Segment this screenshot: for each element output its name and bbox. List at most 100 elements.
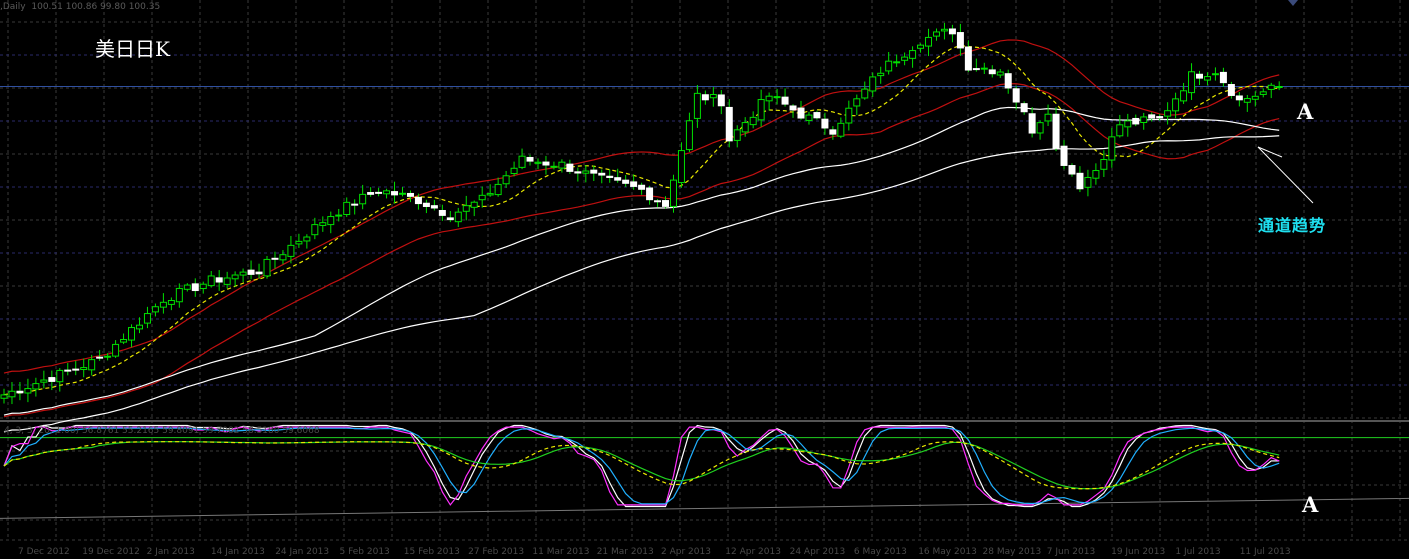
bull-candle (279, 254, 287, 261)
bull-candle (478, 194, 486, 201)
bull-candle (909, 50, 917, 59)
time-axis-label: 6 May 2013 (853, 547, 907, 557)
bull-candle (534, 161, 542, 164)
bull-candle (199, 283, 207, 290)
bear-candle (72, 368, 80, 371)
bull-candle (359, 193, 367, 205)
bull-candle (1044, 113, 1052, 122)
bull-candle (494, 183, 502, 196)
bear-candle (1196, 73, 1203, 79)
bull-candle (383, 190, 391, 195)
bull-candle (128, 327, 136, 341)
bull-candle (996, 71, 1004, 76)
time-axis-label: 7 Dec 2012 (18, 547, 70, 557)
bull-candle (263, 258, 271, 277)
bull-candle (167, 299, 175, 305)
indicator-params: 4, 3, 3, 20, 1.00) (4, 426, 80, 436)
time-axis-label: 24 Apr 2013 (789, 547, 846, 557)
bull-candle (757, 99, 765, 121)
bull-candle (749, 116, 757, 126)
bull-candle (120, 339, 128, 343)
bull-candle (183, 284, 191, 290)
time-axis-label: 12 Apr 2013 (725, 547, 781, 557)
channel-trend-label: 通道趋势 (1258, 216, 1327, 235)
bull-candle (502, 175, 510, 185)
bull-candle (151, 306, 159, 313)
bull-candle (303, 236, 311, 242)
bear-candle (367, 192, 375, 195)
bear-candle (725, 106, 733, 142)
ohlc-values: 100.51 100.86 99.80 100.35 (31, 2, 161, 12)
bull-candle (287, 244, 295, 257)
bull-candle (582, 170, 590, 174)
bull-candle (112, 343, 120, 357)
bull-candle (56, 369, 64, 383)
bull-candle (917, 44, 925, 49)
bull-candle (1084, 176, 1092, 188)
time-axis-label: 24 Jan 2013 (275, 547, 330, 557)
scroll-triangle-icon (1288, 0, 1298, 6)
bull-candle (869, 76, 877, 92)
bull-candle (980, 67, 988, 70)
bear-candle (96, 356, 104, 359)
bear-candle (662, 200, 670, 207)
bull-candle (940, 28, 948, 32)
time-axis-label: 11 Mar 2013 (532, 547, 590, 557)
bull-candle (1036, 122, 1044, 134)
bear-candle (789, 105, 797, 111)
bear-candle (988, 69, 996, 75)
indicator-header: 4, 3, 3, 20, 1.00) 56.8761 55.2165 59.80… (4, 426, 320, 436)
bull-candle (24, 388, 32, 394)
bull-candle (1164, 110, 1172, 117)
bull-candle (773, 96, 781, 99)
bull-candle (8, 390, 16, 398)
bull-candle (0, 394, 8, 399)
time-axis-label: 11 Jul 2013 (1239, 547, 1291, 557)
marker-a-price: A (1297, 99, 1314, 124)
bear-candle (781, 96, 789, 105)
bear-candle (438, 209, 446, 216)
bull-candle (1124, 120, 1132, 128)
bull-candle (88, 359, 96, 371)
bull-candle (558, 161, 566, 169)
oscillator-slow-dashed-line (3, 441, 1280, 490)
bear-candle (1227, 84, 1235, 96)
arrow-line (1257, 146, 1314, 204)
bull-candle (1203, 76, 1211, 81)
bull-candle (470, 201, 478, 208)
bull-candle (1259, 91, 1267, 95)
bear-candle (422, 202, 430, 207)
bear-candle (406, 192, 414, 197)
price-chart (0, 0, 1409, 541)
bull-candle (399, 192, 406, 195)
bear-candle (821, 118, 829, 129)
bear-candle (1068, 165, 1076, 175)
marker-a-oscillator: A (1302, 492, 1319, 517)
bear-candle (48, 377, 56, 382)
bull-candle (1275, 86, 1283, 89)
bear-candle (1235, 95, 1243, 101)
bear-candle (391, 191, 399, 196)
bull-candle (677, 150, 685, 184)
bull-candle (1267, 84, 1275, 90)
time-axis-label: 7 Jun 2013 (1046, 547, 1096, 557)
time-axis-label: 14 Jan 2013 (210, 547, 265, 557)
bull-candle (135, 324, 143, 330)
bull-candle (40, 379, 48, 383)
bull-candle (343, 201, 351, 216)
bear-candle (1012, 88, 1020, 103)
bull-candle (319, 222, 327, 226)
bear-candle (701, 94, 709, 101)
bear-candle (271, 257, 279, 260)
bull-candle (693, 92, 701, 119)
bear-candle (1052, 113, 1060, 149)
time-axis-label: 15 Feb 2013 (403, 547, 460, 557)
bear-candle (1148, 114, 1156, 119)
bull-candle (925, 36, 933, 47)
bull-candle (709, 94, 717, 99)
bull-candle (32, 383, 40, 390)
bull-candle (1211, 73, 1219, 76)
symbol-period: ,Daily (0, 2, 26, 12)
bull-candle (885, 60, 893, 72)
bull-candle (486, 193, 494, 196)
